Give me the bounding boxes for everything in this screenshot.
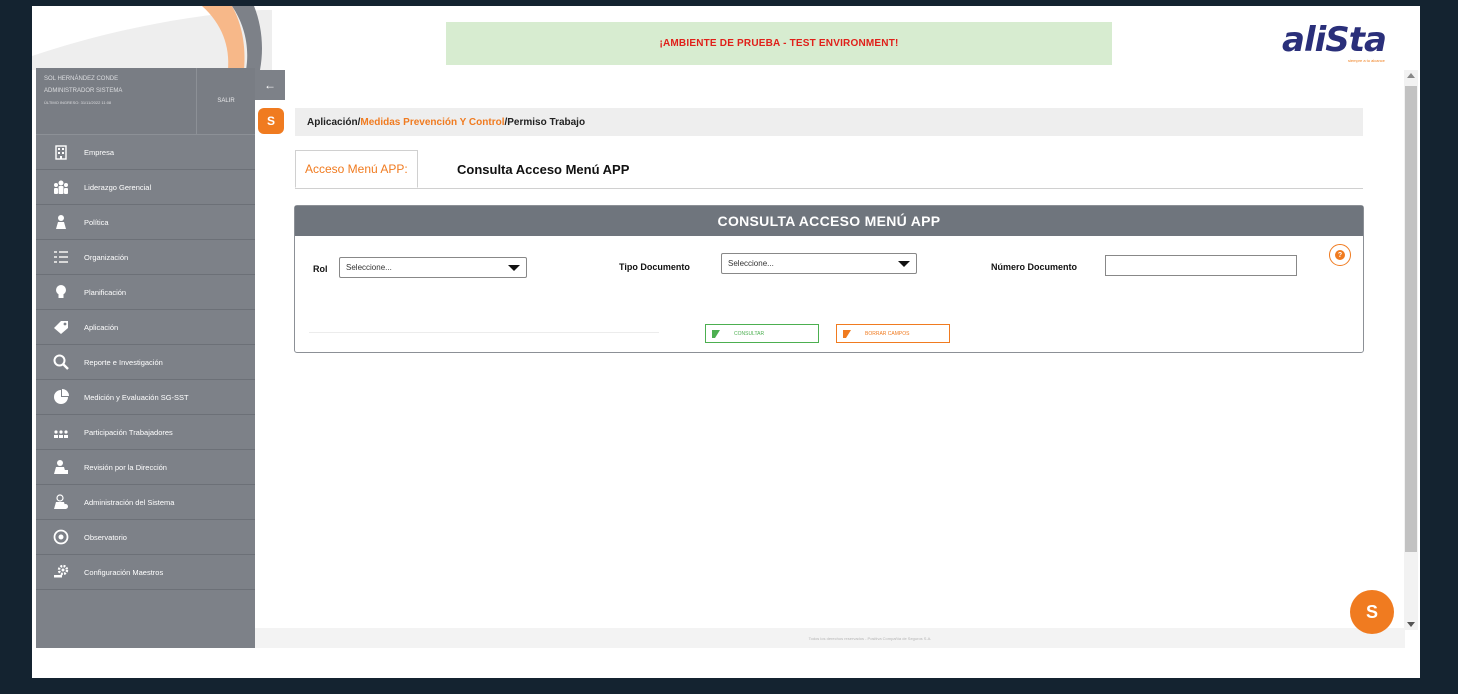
divider: [309, 332, 659, 333]
sidebar-item-label: Organización: [84, 252, 129, 262]
sidebar-item-participacion[interactable]: Participación Trabajadores: [36, 415, 255, 450]
chat-assistant-button[interactable]: S: [1350, 590, 1394, 634]
help-button[interactable]: ?: [1329, 244, 1351, 266]
sidebar-item-planificacion[interactable]: Planificación: [36, 275, 255, 310]
scroll-thumb[interactable]: [1405, 86, 1417, 552]
leadership-icon: [52, 178, 70, 196]
arrow-left-icon: ←: [264, 78, 276, 92]
reviewer-icon: [52, 458, 70, 476]
tag-icon: [52, 318, 70, 336]
policy-icon: [52, 213, 70, 231]
tab-title: Consulta Acceso Menú APP: [457, 161, 630, 177]
breadcrumb: Aplicación / Medidas Prevención Y Contro…: [295, 108, 1363, 136]
sidebar-item-label: Participación Trabajadores: [84, 427, 173, 437]
sidebar-collapse-button[interactable]: ←: [255, 70, 285, 100]
breadcrumb-middle[interactable]: Medidas Prevención Y Control: [360, 117, 504, 128]
list-icon: [52, 248, 70, 266]
sidebar-item-label: Administración del Sistema: [84, 497, 175, 507]
sidebar-item-label: Aplicación: [84, 322, 119, 332]
alista-logo: aliSta siempre a tu alcance: [1282, 20, 1387, 63]
chevron-down-icon: [508, 265, 520, 271]
sidebar-item-liderazgo[interactable]: Liderazgo Gerencial: [36, 170, 255, 205]
people-icon: [52, 423, 70, 441]
alista-shortcut-icon[interactable]: S: [258, 108, 284, 134]
vertical-scrollbar[interactable]: [1404, 70, 1418, 630]
chevron-down-icon: [898, 261, 910, 267]
sidebar-item-configuracion[interactable]: Configuración Maestros: [36, 555, 255, 590]
tipo-documento-select[interactable]: Seleccione...: [721, 253, 917, 274]
sidebar-item-reporte[interactable]: Reporte e Investigación: [36, 345, 255, 380]
sidebar-item-medicion[interactable]: Medición y Evaluación SG-SST: [36, 380, 255, 415]
sidebar-item-empresa[interactable]: Empresa: [36, 135, 255, 170]
user-name: SOL HERNÁNDEZ CONDE: [44, 76, 119, 82]
numero-documento-input[interactable]: [1105, 255, 1297, 276]
sidebar-item-label: Empresa: [84, 147, 115, 157]
logout-button[interactable]: SALIR: [196, 68, 255, 134]
numero-documento-label: Número Documento: [991, 262, 1078, 272]
user-info: SOL HERNÁNDEZ CONDE ADMINISTRADOR SISTEM…: [36, 68, 255, 135]
sidebar-item-observatorio[interactable]: Observatorio: [36, 520, 255, 555]
tab-bar: Acceso Menú APP: Consulta Acceso Menú AP…: [295, 150, 1363, 189]
tab-acceso-menu-app[interactable]: Acceso Menú APP:: [295, 150, 418, 188]
sidebar-item-label: Reporte e Investigación: [84, 357, 163, 367]
sidebar: SOL HERNÁNDEZ CONDE ADMINISTRADOR SISTEM…: [36, 68, 255, 648]
app-window: ¡AMBIENTE DE PRUEBA - TEST ENVIRONMENT! …: [32, 6, 1420, 678]
sidebar-item-label: Liderazgo Gerencial: [84, 182, 152, 192]
consultar-button[interactable]: CONSULTAR: [705, 324, 819, 343]
sidebar-item-label: Observatorio: [84, 532, 127, 542]
clear-flag-icon: [843, 329, 851, 338]
sidebar-item-organizacion[interactable]: Organización: [36, 240, 255, 275]
pie-chart-icon: [52, 388, 70, 406]
last-login: ÚLTIMO INGRESO: 31/11/2022 11:08: [44, 100, 112, 105]
query-panel: CONSULTA ACCESO MENÚ APP Rol Seleccione.…: [294, 205, 1364, 353]
magnifier-icon: [52, 353, 70, 371]
rol-select[interactable]: Seleccione...: [339, 257, 527, 278]
sidebar-item-label: Revisión por la Dirección: [84, 462, 167, 472]
breadcrumb-current: Permiso Trabajo: [507, 116, 586, 128]
borrar-campos-button[interactable]: BORRAR CAMPOS: [836, 324, 950, 343]
admin-user-icon: [52, 493, 70, 511]
sidebar-item-administracion[interactable]: Administración del Sistema: [36, 485, 255, 520]
sidebar-item-label: Configuración Maestros: [84, 567, 164, 577]
environment-banner: ¡AMBIENTE DE PRUEBA - TEST ENVIRONMENT!: [446, 22, 1112, 65]
sidebar-item-politica[interactable]: Política: [36, 205, 255, 240]
scroll-down-icon[interactable]: [1407, 622, 1415, 627]
scroll-up-icon[interactable]: [1407, 73, 1415, 78]
top-header: ¡AMBIENTE DE PRUEBA - TEST ENVIRONMENT! …: [32, 6, 1420, 70]
sidebar-item-label: Planificación: [84, 287, 127, 297]
help-icon: ?: [1335, 250, 1345, 260]
lightbulb-icon: [52, 283, 70, 301]
sidebar-item-revision[interactable]: Revisión por la Dirección: [36, 450, 255, 485]
settings-icon: [52, 563, 70, 581]
panel-title: CONSULTA ACCESO MENÚ APP: [295, 206, 1363, 236]
tipo-documento-label: Tipo Documento: [619, 262, 690, 272]
sidebar-item-label: Política: [84, 217, 109, 227]
check-flag-icon: [712, 329, 720, 338]
sidebar-item-aplicacion[interactable]: Aplicación: [36, 310, 255, 345]
rol-label: Rol: [313, 264, 328, 274]
building-icon: [52, 143, 70, 161]
breadcrumb-root[interactable]: Aplicación: [307, 117, 358, 128]
alista-chat-icon: S: [1365, 601, 1378, 622]
footer: Todos los derechos reservados - Positiva…: [255, 628, 1405, 648]
sidebar-menu: Empresa Liderazgo Gerencial Política Org…: [36, 135, 255, 590]
sidebar-item-label: Medición y Evaluación SG-SST: [84, 392, 189, 402]
brand-swoosh: [32, 6, 272, 70]
user-role: ADMINISTRADOR SISTEMA: [44, 88, 123, 94]
observatory-icon: [52, 528, 70, 546]
